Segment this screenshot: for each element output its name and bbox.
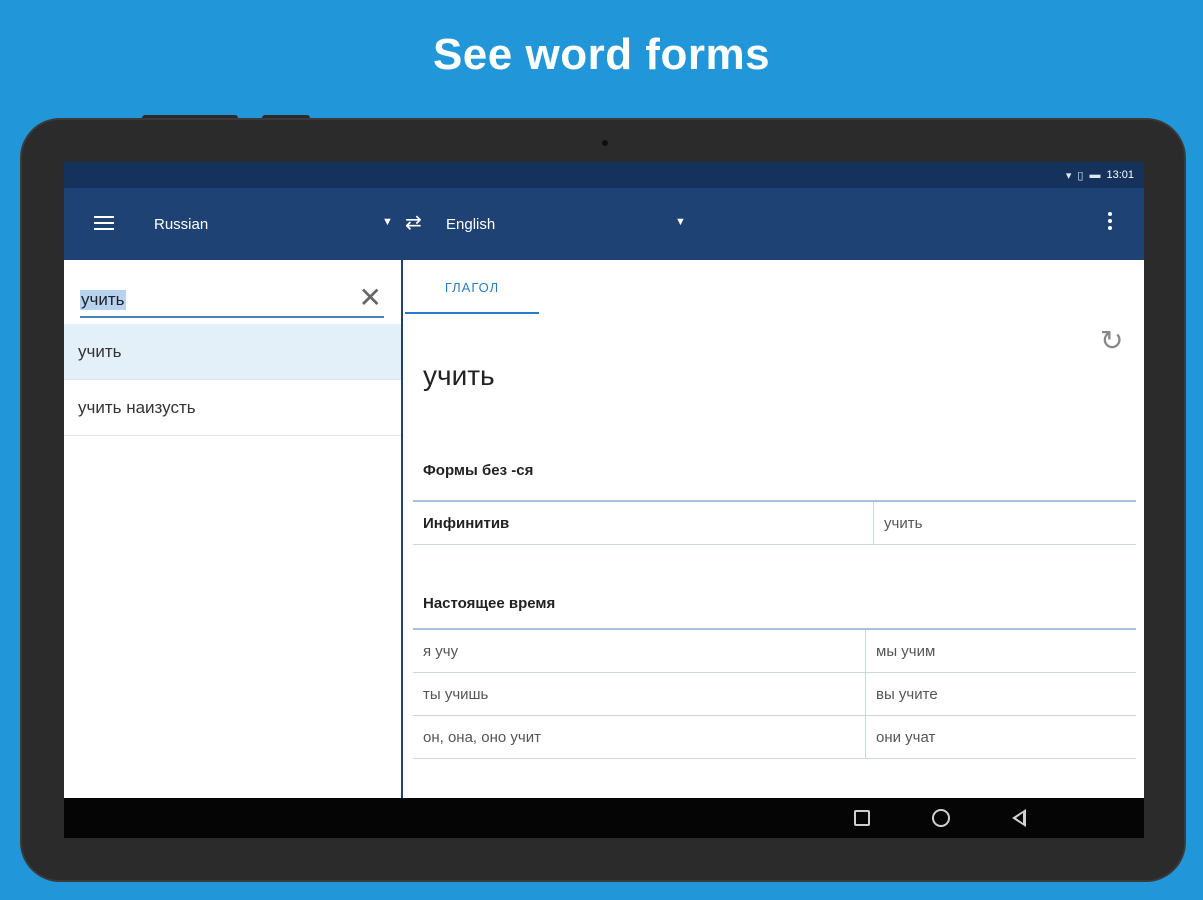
swap-languages-icon[interactable]: ⇄	[405, 210, 422, 235]
sim-icon: ▯	[1077, 169, 1084, 182]
table-cell: мы учим	[865, 630, 1136, 672]
close-icon[interactable]: ✕	[359, 284, 382, 312]
more-options-icon[interactable]	[1104, 210, 1116, 238]
search-pane: учить ✕ учить учить наизусть	[64, 260, 403, 798]
status-bar: ▾ ▯ ▬ 13:01	[64, 162, 1144, 188]
app-bar: Russian ▼ ⇄ English ▼	[64, 188, 1144, 260]
table-cell: я учу	[423, 643, 459, 660]
section-title: Настоящее время	[423, 595, 556, 612]
source-language-select[interactable]: Russian	[154, 216, 208, 233]
chevron-down-icon[interactable]: ▼	[382, 216, 393, 228]
entry-pane: ГЛАГОЛ ↻ учить Формы без -ся Инфинитив у…	[405, 260, 1144, 798]
tab-verb[interactable]: ГЛАГОЛ	[405, 276, 539, 314]
table-row: я учу мы учим	[413, 630, 1136, 673]
table-cell: ты учишь	[423, 686, 489, 703]
refresh-icon[interactable]: ↻	[1100, 324, 1123, 357]
target-language-select[interactable]: English	[446, 216, 495, 233]
chevron-down-icon[interactable]: ▼	[675, 216, 686, 228]
battery-icon: ▬	[1089, 169, 1101, 181]
table-row: он, она, оно учит они учат	[413, 716, 1136, 759]
table-cell: вы учите	[865, 673, 1136, 715]
recent-apps-icon[interactable]	[854, 810, 870, 826]
table-row: ты учишь вы учите	[413, 673, 1136, 716]
camera-icon	[602, 140, 608, 146]
headline: See word forms	[432, 30, 771, 79]
table-cell: он, она, оно учит	[423, 729, 541, 746]
back-icon[interactable]	[1012, 809, 1026, 827]
table-row: Инфинитив учить	[413, 502, 1136, 545]
suggestion-item[interactable]: учить наизусть	[64, 380, 401, 436]
section-title: Формы без -ся	[423, 462, 534, 479]
infinitive-label: Инфинитив	[423, 515, 510, 532]
status-time: 13:01	[1106, 169, 1134, 181]
wifi-icon: ▾	[1065, 169, 1072, 182]
app-screen: ▾ ▯ ▬ 13:01 Russian ▼ ⇄ English ▼ учить …	[64, 162, 1144, 838]
home-icon[interactable]	[932, 809, 950, 827]
table-cell: они учат	[865, 716, 1136, 758]
present-tense-table: я учу мы учим ты учишь вы учите он, она,…	[413, 628, 1136, 759]
navigation-bar	[64, 798, 1144, 838]
menu-icon[interactable]	[90, 212, 120, 236]
suggestion-item[interactable]: учить	[64, 324, 401, 380]
headword: учить	[423, 360, 495, 391]
search-input-value[interactable]: учить	[80, 290, 126, 310]
infinitive-table: Инфинитив учить	[413, 500, 1136, 545]
infinitive-value: учить	[873, 502, 1136, 544]
tablet-frame: ▾ ▯ ▬ 13:01 Russian ▼ ⇄ English ▼ учить …	[20, 118, 1186, 882]
search-input[interactable]: учить ✕	[80, 284, 384, 318]
